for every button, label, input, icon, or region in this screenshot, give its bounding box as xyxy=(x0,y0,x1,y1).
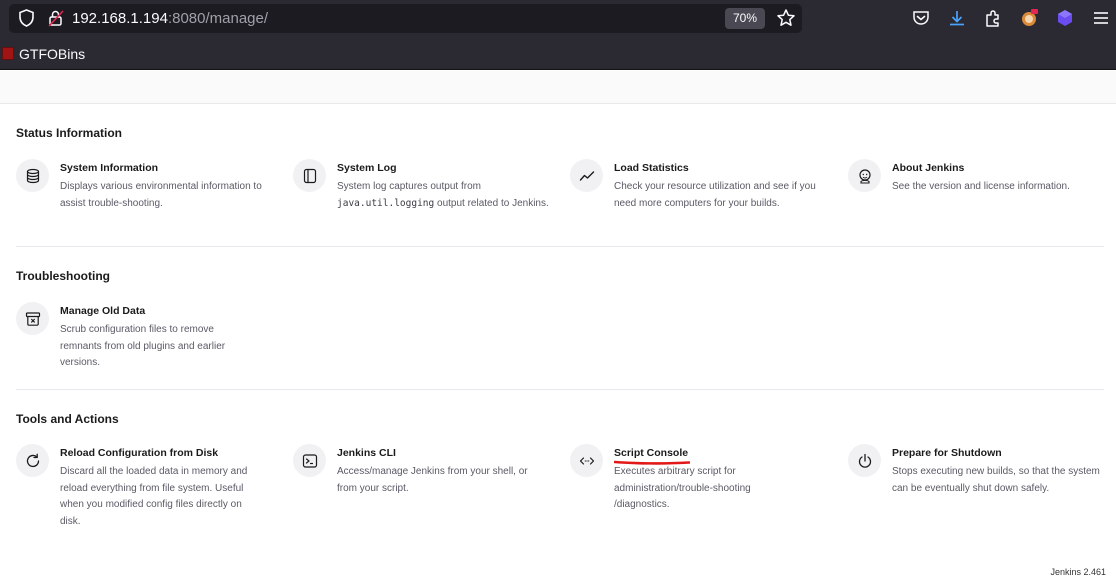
item-description: Discard all the loaded data in memory an… xyxy=(60,466,248,527)
zoom-level-badge[interactable]: 70% xyxy=(725,8,765,29)
item-title: About Jenkins xyxy=(892,162,965,174)
item-description: Scrub configuration files to remove remn… xyxy=(60,324,226,368)
item-title: System Log xyxy=(337,162,397,174)
gtfobins-favicon-icon xyxy=(2,47,14,60)
reload-icon xyxy=(16,444,49,477)
downloads-icon[interactable] xyxy=(947,8,967,28)
jenkins-version[interactable]: Jenkins 2.461 xyxy=(1050,567,1106,577)
item-title: Script Console xyxy=(614,447,689,459)
item-description: Executes arbitrary script for administra… xyxy=(614,466,751,510)
terminal-icon xyxy=(293,444,326,477)
section-divider xyxy=(16,389,1104,390)
item-description: System log captures output from java.uti… xyxy=(337,179,553,212)
url-host: 192.168.1.194 xyxy=(72,10,168,27)
bookmarks-toolbar xyxy=(0,37,1116,70)
desc-text: output related to Jenkins. xyxy=(434,197,549,209)
archive-icon xyxy=(16,302,49,335)
browser-toolbar: 192.168.1.194:8080/manage/ 70% xyxy=(0,0,1116,37)
shield-icon[interactable] xyxy=(18,9,35,27)
extensions-icon[interactable] xyxy=(983,8,1003,28)
red-underline-annotation xyxy=(614,460,690,465)
pocket-icon[interactable] xyxy=(911,8,931,28)
purple-cube-extension-icon[interactable] xyxy=(1055,8,1075,28)
item-title: System Information xyxy=(60,162,159,174)
item-title: Reload Configuration from Disk xyxy=(60,447,219,459)
database-icon xyxy=(16,159,49,192)
item-title: Load Statistics xyxy=(614,162,689,174)
hamburger-menu-icon[interactable] xyxy=(1091,8,1111,28)
item-description: Check your resource utilization and see … xyxy=(614,181,816,209)
insecure-lock-icon[interactable] xyxy=(48,9,64,27)
bookmark-gtfobins[interactable]: GTFOBins xyxy=(19,46,85,62)
jenkins-head-icon xyxy=(848,159,881,192)
extension-avatar-icon[interactable] xyxy=(1019,8,1039,28)
section-divider xyxy=(16,246,1104,247)
url-text[interactable]: 192.168.1.194:8080/manage/ xyxy=(72,10,268,27)
section-title-tools: Tools and Actions xyxy=(16,412,119,426)
url-path: :8080/manage/ xyxy=(167,10,269,27)
bookmark-star-icon[interactable] xyxy=(776,8,796,28)
item-description: Displays various environmental informati… xyxy=(60,181,262,209)
item-title: Manage Old Data xyxy=(60,305,146,317)
section-title-status: Status Information xyxy=(16,126,123,140)
desc-code: java.util.logging xyxy=(337,197,435,209)
section-title-troubleshooting: Troubleshooting xyxy=(16,269,110,283)
item-title: Prepare for Shutdown xyxy=(892,447,1002,459)
item-title: Jenkins CLI xyxy=(337,447,396,459)
item-description: Access/manage Jenkins from your shell, o… xyxy=(337,466,528,494)
item-description: See the version and license information. xyxy=(892,181,1070,192)
desc-text: System log captures output from xyxy=(337,181,481,192)
item-description: Stops executing new builds, so that the … xyxy=(892,466,1100,494)
code-icon xyxy=(570,444,603,477)
log-icon xyxy=(293,159,326,192)
power-icon xyxy=(848,444,881,477)
chart-line-icon xyxy=(570,159,603,192)
header-strip xyxy=(0,71,1116,104)
manage-jenkins-page: Status Information System Information Di… xyxy=(0,71,1116,584)
